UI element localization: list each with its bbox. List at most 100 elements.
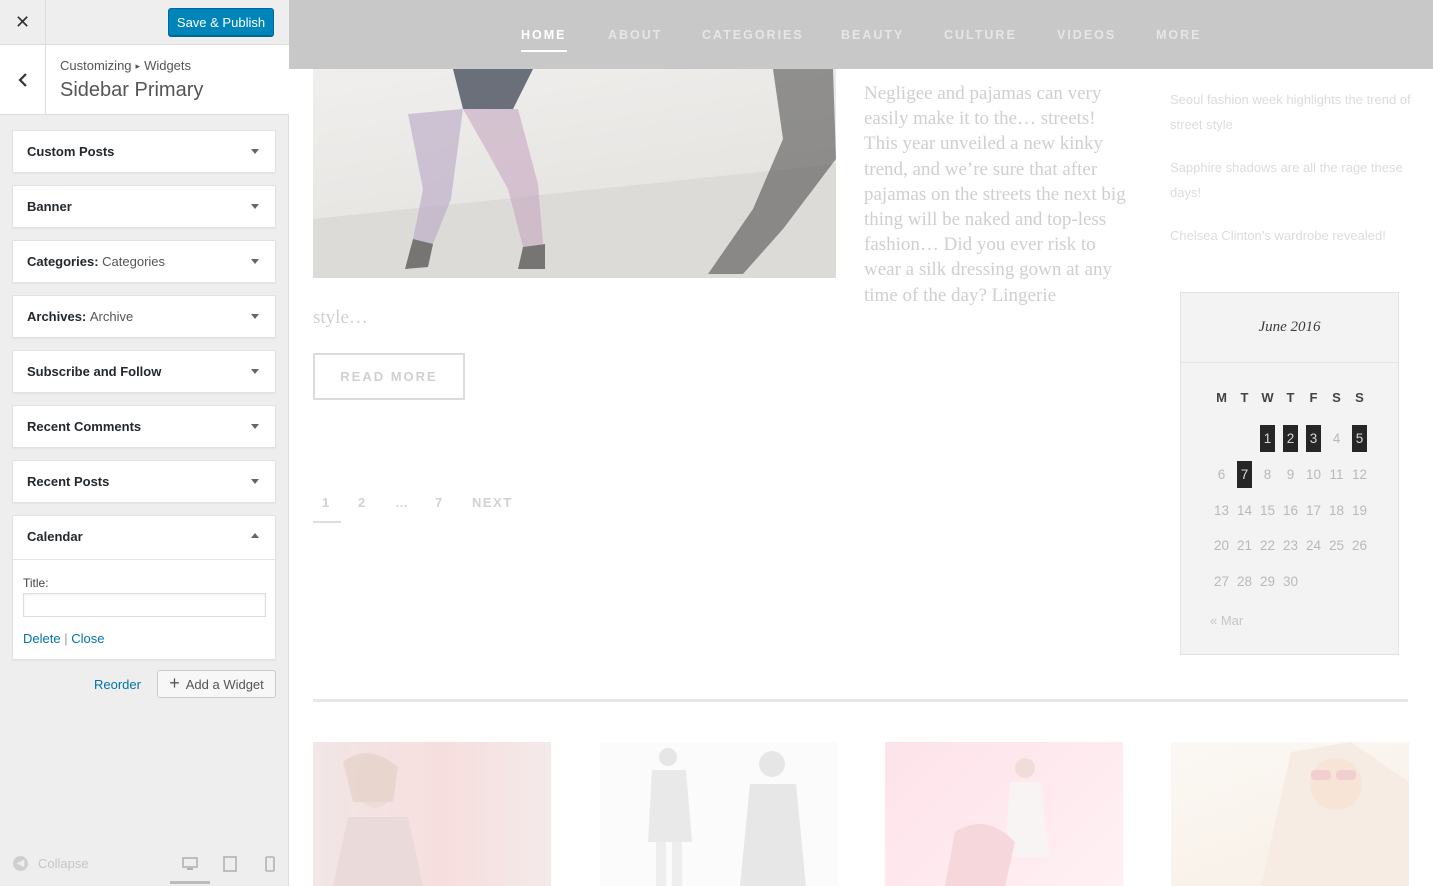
post-excerpt-tail: style… [313, 307, 368, 328]
calendar-prev-month-link[interactable]: « Mar [1210, 613, 1243, 628]
nav-home[interactable]: HOME [521, 28, 567, 42]
recent-post-link[interactable]: Seoul fashion week highlights the trend … [1170, 87, 1415, 137]
caret-down-icon[interactable] [251, 369, 259, 374]
nav-categories[interactable]: CATEGORIES [702, 28, 804, 42]
caret-down-icon[interactable] [251, 259, 259, 264]
breadcrumb-root: Customizing [60, 58, 132, 73]
nav-beauty[interactable]: BEAUTY [841, 28, 904, 42]
widget-banner[interactable]: Banner [12, 185, 276, 228]
save-publish-button[interactable]: Save & Publish [168, 8, 274, 36]
calendar-day-link[interactable]: 1 [1256, 431, 1279, 446]
calendar-day: 27 [1213, 574, 1230, 589]
close-customizer-button[interactable]: ✕ [0, 0, 46, 45]
post-featured-image[interactable] [313, 69, 836, 278]
widget-recent-comments[interactable]: Recent Comments [12, 405, 276, 448]
calendar-day: 21 [1236, 538, 1253, 553]
read-more-button[interactable]: READ MORE [313, 353, 465, 400]
calendar-day-link[interactable]: 5 [1348, 431, 1371, 446]
pagination-page-2[interactable]: 2 [358, 495, 367, 510]
men-fashion-photo [648, 748, 806, 886]
calendar-weekday: T [1240, 390, 1249, 405]
calendar-day: 15 [1259, 503, 1276, 518]
calendar-day: 25 [1328, 538, 1345, 553]
calendar-day: 8 [1263, 467, 1272, 482]
calendar-caption: June 2016 [1181, 293, 1398, 363]
breadcrumb-section: Widgets [144, 58, 192, 73]
calendar-weekday: S [1332, 390, 1341, 405]
widget-title: Banner [27, 199, 72, 214]
nav-more[interactable]: MORE [1156, 28, 1202, 42]
widget-title: Recent Comments [27, 419, 142, 434]
pagination-active-indicator [313, 521, 341, 523]
nav-culture[interactable]: CULTURE [944, 28, 1017, 42]
calendar-weekday: F [1309, 390, 1318, 405]
post-thumbnail[interactable] [600, 742, 838, 886]
pagination-page-1[interactable]: 1 [322, 495, 331, 510]
back-button[interactable] [0, 45, 46, 114]
widget-title: Archives: Archive [27, 309, 134, 324]
tablet-preview-icon[interactable] [222, 856, 238, 872]
widget-title: Categories: Categories [27, 254, 166, 269]
calendar-day: 13 [1213, 503, 1230, 518]
pagination-page-7[interactable]: 7 [435, 495, 444, 510]
portrait-photo [333, 753, 423, 886]
calendar-day: 16 [1282, 503, 1299, 518]
widget-title[interactable]: Calendar [27, 529, 83, 544]
calendar-day: 24 [1305, 538, 1322, 553]
add-widget-label: Add a Widget [185, 676, 264, 692]
calendar-day: 14 [1236, 503, 1253, 518]
breadcrumb-separator: ▸ [135, 61, 141, 71]
desktop-preview-icon[interactable] [182, 856, 198, 872]
calendar-day: 9 [1286, 467, 1295, 482]
calendar-day-link[interactable]: 2 [1279, 431, 1302, 446]
nav-videos[interactable]: VIDEOS [1057, 28, 1116, 42]
calendar-day: 22 [1259, 538, 1276, 553]
nav-about[interactable]: ABOUT [608, 28, 662, 42]
collapse-arrow-icon: ◀ [13, 856, 28, 871]
delete-link[interactable]: Delete [23, 631, 61, 646]
nav-active-indicator [521, 50, 567, 52]
widget-title: Custom Posts [27, 144, 115, 159]
widget-archives[interactable]: Archives: Archive [12, 295, 276, 338]
calendar-day-link[interactable]: 3 [1302, 431, 1325, 446]
post-thumbnail[interactable] [1171, 742, 1409, 886]
caret-down-icon[interactable] [251, 424, 259, 429]
widget-recent-posts[interactable]: Recent Posts [12, 460, 276, 503]
caret-down-icon[interactable] [251, 149, 259, 154]
chevron-left-icon [17, 72, 27, 87]
widget-custom-posts[interactable]: Custom Posts [12, 130, 276, 173]
recent-post-link[interactable]: Chelsea Clinton’s wardrobe revealed! [1170, 223, 1415, 248]
panel-title: Sidebar Primary [60, 79, 204, 101]
woman-street-photo [945, 758, 1050, 886]
widget-subscribe-and-follow[interactable]: Subscribe and Follow [12, 350, 276, 393]
reorder-link[interactable]: Reorder [94, 677, 141, 692]
calendar-day: 30 [1282, 574, 1299, 589]
title-input[interactable] [23, 593, 266, 617]
calendar-day: 20 [1213, 538, 1230, 553]
add-widget-button[interactable]: + Add a Widget [157, 670, 276, 698]
caret-up-icon[interactable] [251, 533, 259, 538]
mobile-preview-icon[interactable] [262, 856, 278, 872]
close-link[interactable]: Close [71, 631, 104, 646]
plus-icon: + [169, 672, 180, 693]
calendar-day: 18 [1328, 503, 1345, 518]
recent-post-link[interactable]: Sapphire shadows are all the rage these … [1170, 155, 1415, 205]
caret-down-icon[interactable] [251, 204, 259, 209]
widget-title: Subscribe and Follow [27, 364, 162, 379]
post-thumbnail[interactable] [313, 742, 551, 886]
panel-title-bar: Customizing ▸ Widgets Sidebar Primary [0, 45, 289, 115]
street-photo [313, 69, 836, 278]
title-label: Title: [23, 576, 49, 590]
caret-down-icon[interactable] [251, 314, 259, 319]
main-navigation: HOME ABOUT CATEGORIES BEAUTY CULTURE VID… [289, 0, 1433, 69]
calendar-day: 19 [1351, 503, 1368, 518]
calendar-day: 12 [1351, 467, 1368, 482]
calendar-day-link[interactable]: 7 [1233, 467, 1256, 482]
widget-categories[interactable]: Categories: Categories [12, 240, 276, 283]
section-divider [313, 699, 1408, 702]
post-thumbnail[interactable] [885, 742, 1123, 886]
collapse-button[interactable]: ◀ Collapse [13, 856, 89, 871]
calendar-day: 4 [1332, 431, 1341, 446]
caret-down-icon[interactable] [251, 479, 259, 484]
pagination-next[interactable]: NEXT [472, 495, 513, 510]
